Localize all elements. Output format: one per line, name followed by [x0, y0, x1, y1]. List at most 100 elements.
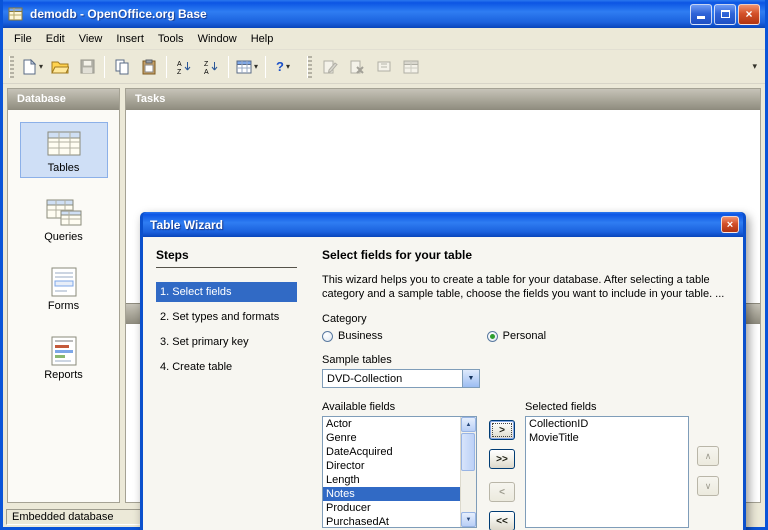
move-up-button[interactable]: ∧: [697, 446, 719, 466]
menu-edit[interactable]: Edit: [39, 30, 72, 48]
delete-object-icon: [349, 59, 365, 75]
wizard-content: Select fields for your table This wizard…: [305, 237, 746, 530]
new-document-dropdown-icon[interactable]: ▾: [39, 62, 43, 71]
toolbar-overflow-icon[interactable]: ▾: [748, 61, 761, 72]
sample-tables-value: DVD-Collection: [323, 373, 462, 385]
toolbar-separator: [166, 56, 167, 78]
wizard-step-3[interactable]: 3. Set primary key: [156, 332, 297, 352]
sidebar-item-reports[interactable]: Reports: [20, 329, 108, 385]
app-window: demodb - OpenOffice.org Base × File Edit…: [0, 0, 768, 530]
forms-icon: [43, 266, 85, 298]
add-field-button[interactable]: >: [489, 420, 515, 440]
list-item[interactable]: CollectionID: [526, 417, 688, 431]
sidebar-item-label: Reports: [44, 369, 83, 381]
form-object-button[interactable]: ▾: [233, 54, 261, 80]
database-panel-header: Database: [8, 89, 119, 110]
sample-tables-combobox[interactable]: DVD-Collection ▼: [322, 369, 480, 388]
copy-button[interactable]: [109, 54, 135, 80]
scrollbar-track[interactable]: [461, 432, 476, 512]
scroll-down-icon[interactable]: ▼: [461, 512, 476, 527]
menu-help[interactable]: Help: [244, 30, 281, 48]
available-fields-listbox[interactable]: Actor Genre DateAcquired Director Length…: [322, 416, 477, 528]
help-button[interactable]: ? ▾: [270, 54, 296, 80]
delete-object-button[interactable]: [344, 54, 370, 80]
vertical-scrollbar[interactable]: ▲ ▼: [460, 417, 476, 527]
radio-personal-circle-icon[interactable]: [487, 331, 498, 342]
add-all-fields-button[interactable]: >>: [489, 449, 515, 469]
open-database-object-button[interactable]: [398, 54, 424, 80]
queries-icon: [43, 197, 85, 229]
sidebar-item-tables[interactable]: Tables: [20, 122, 108, 178]
sort-descending-button[interactable]: Z A: [198, 54, 224, 80]
maximize-button[interactable]: [714, 4, 736, 25]
help-dropdown-icon[interactable]: ▾: [286, 62, 290, 71]
save-button[interactable]: [74, 54, 100, 80]
toolbar: ▾: [3, 50, 765, 84]
dialog-close-button[interactable]: ×: [721, 216, 739, 233]
radio-business[interactable]: Business: [322, 330, 383, 342]
selected-fields-label: Selected fields: [525, 401, 689, 413]
menu-window[interactable]: Window: [191, 30, 244, 48]
wizard-step-2[interactable]: 2. Set types and formats: [156, 307, 297, 327]
copy-icon: [114, 59, 130, 75]
list-item[interactable]: Director: [323, 459, 460, 473]
form-object-icon: [236, 60, 252, 74]
selected-fields-listbox[interactable]: CollectionID MovieTitle: [525, 416, 689, 528]
maximize-icon: [721, 10, 730, 18]
new-document-button[interactable]: ▾: [19, 54, 46, 80]
available-fields-label: Available fields: [322, 401, 477, 413]
scroll-up-icon[interactable]: ▲: [461, 417, 476, 432]
rename-object-icon: [376, 59, 392, 75]
list-item[interactable]: Length: [323, 473, 460, 487]
remove-all-fields-button[interactable]: <<: [489, 511, 515, 530]
scrollbar-thumb[interactable]: [461, 433, 475, 471]
tasks-panel-header: Tasks: [126, 89, 760, 110]
list-item[interactable]: DateAcquired: [323, 445, 460, 459]
move-down-button[interactable]: ∨: [697, 476, 719, 496]
radio-personal[interactable]: Personal: [487, 330, 546, 342]
window-titlebar[interactable]: demodb - OpenOffice.org Base ×: [3, 0, 765, 28]
list-item[interactable]: MovieTitle: [526, 431, 688, 445]
list-item[interactable]: PurchasedAt: [323, 515, 460, 528]
dialog-titlebar[interactable]: Table Wizard ×: [143, 212, 743, 237]
menu-tools[interactable]: Tools: [151, 30, 191, 48]
rename-object-button[interactable]: [371, 54, 397, 80]
list-item[interactable]: Producer: [323, 501, 460, 515]
remove-field-button[interactable]: <: [489, 482, 515, 502]
wizard-description: This wizard helps you to create a table …: [322, 273, 732, 301]
open-button[interactable]: [47, 54, 73, 80]
toolbar-separator: [228, 56, 229, 78]
category-label: Category: [322, 313, 732, 325]
list-item[interactable]: Actor: [323, 417, 460, 431]
sidebar-item-label: Tables: [48, 162, 80, 174]
list-item-selected[interactable]: Notes: [323, 487, 460, 501]
save-icon: [80, 59, 95, 74]
paste-button[interactable]: [136, 54, 162, 80]
sample-tables-label: Sample tables: [322, 354, 732, 366]
object-toolbar-grip[interactable]: [307, 56, 312, 78]
edit-object-button[interactable]: [317, 54, 343, 80]
menu-file[interactable]: File: [7, 30, 39, 48]
sidebar-item-queries[interactable]: Queries: [20, 191, 108, 247]
wizard-step-4[interactable]: 4. Create table: [156, 357, 297, 377]
list-item[interactable]: Genre: [323, 431, 460, 445]
window-title: demodb - OpenOffice.org Base: [30, 7, 690, 21]
svg-text:Z: Z: [204, 61, 209, 68]
minimize-button[interactable]: [690, 4, 712, 25]
menu-bar: File Edit View Insert Tools Window Help: [3, 28, 765, 50]
svg-text:Z: Z: [177, 69, 182, 75]
menu-insert[interactable]: Insert: [109, 30, 151, 48]
close-button[interactable]: ×: [738, 4, 760, 25]
wizard-step-1[interactable]: 1. Select fields: [156, 282, 297, 302]
combo-dropdown-icon[interactable]: ▼: [462, 370, 479, 387]
sidebar-item-forms[interactable]: Forms: [20, 260, 108, 316]
open-database-object-icon: [403, 60, 419, 74]
toolbar-grip[interactable]: [9, 56, 14, 78]
dialog-title: Table Wizard: [150, 218, 721, 232]
radio-business-circle-icon[interactable]: [322, 331, 333, 342]
tables-icon: [43, 128, 85, 160]
form-object-dropdown-icon[interactable]: ▾: [254, 62, 258, 71]
reports-icon: [43, 335, 85, 367]
menu-view[interactable]: View: [72, 30, 110, 48]
sort-ascending-button[interactable]: A Z: [171, 54, 197, 80]
